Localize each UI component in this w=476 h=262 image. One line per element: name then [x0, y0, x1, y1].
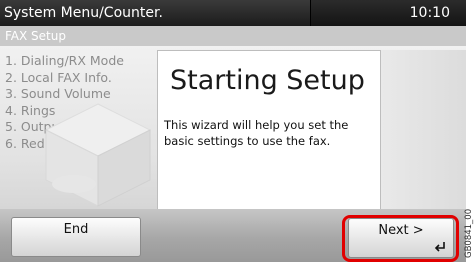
step-item: 1. Dialing/RX Mode: [5, 53, 124, 68]
panel-side-band: [381, 50, 466, 209]
enter-icon: [434, 242, 445, 252]
next-button-label: Next >: [378, 223, 424, 238]
step-item: 2. Local FAX Info.: [5, 69, 112, 85]
breadcrumb: System Menu/Counter.: [0, 0, 311, 26]
end-button[interactable]: End: [11, 217, 141, 257]
next-button[interactable]: Next >: [348, 218, 454, 258]
clock: 10:10: [409, 5, 450, 21]
fax-illustration-icon: [44, 103, 152, 207]
bottom-button-bar: End Next >: [0, 209, 466, 262]
figure-code: GB0841_00: [464, 208, 474, 258]
wizard-stage: 1. Dialing/RX Mode 2. Local FAX Info. 3.…: [0, 46, 466, 209]
panel-heading: Starting Setup: [170, 65, 365, 96]
wizard-panel: Starting Setup This wizard will help you…: [157, 50, 381, 209]
end-button-label: End: [63, 222, 89, 237]
top-status-bar: System Menu/Counter. 10:10: [0, 0, 466, 26]
screen-title: FAX Setup: [0, 26, 466, 46]
panel-description: This wizard will help you set the basic …: [164, 118, 349, 148]
panel-screen: System Menu/Counter. 10:10 FAX Setup 1. …: [0, 0, 466, 262]
